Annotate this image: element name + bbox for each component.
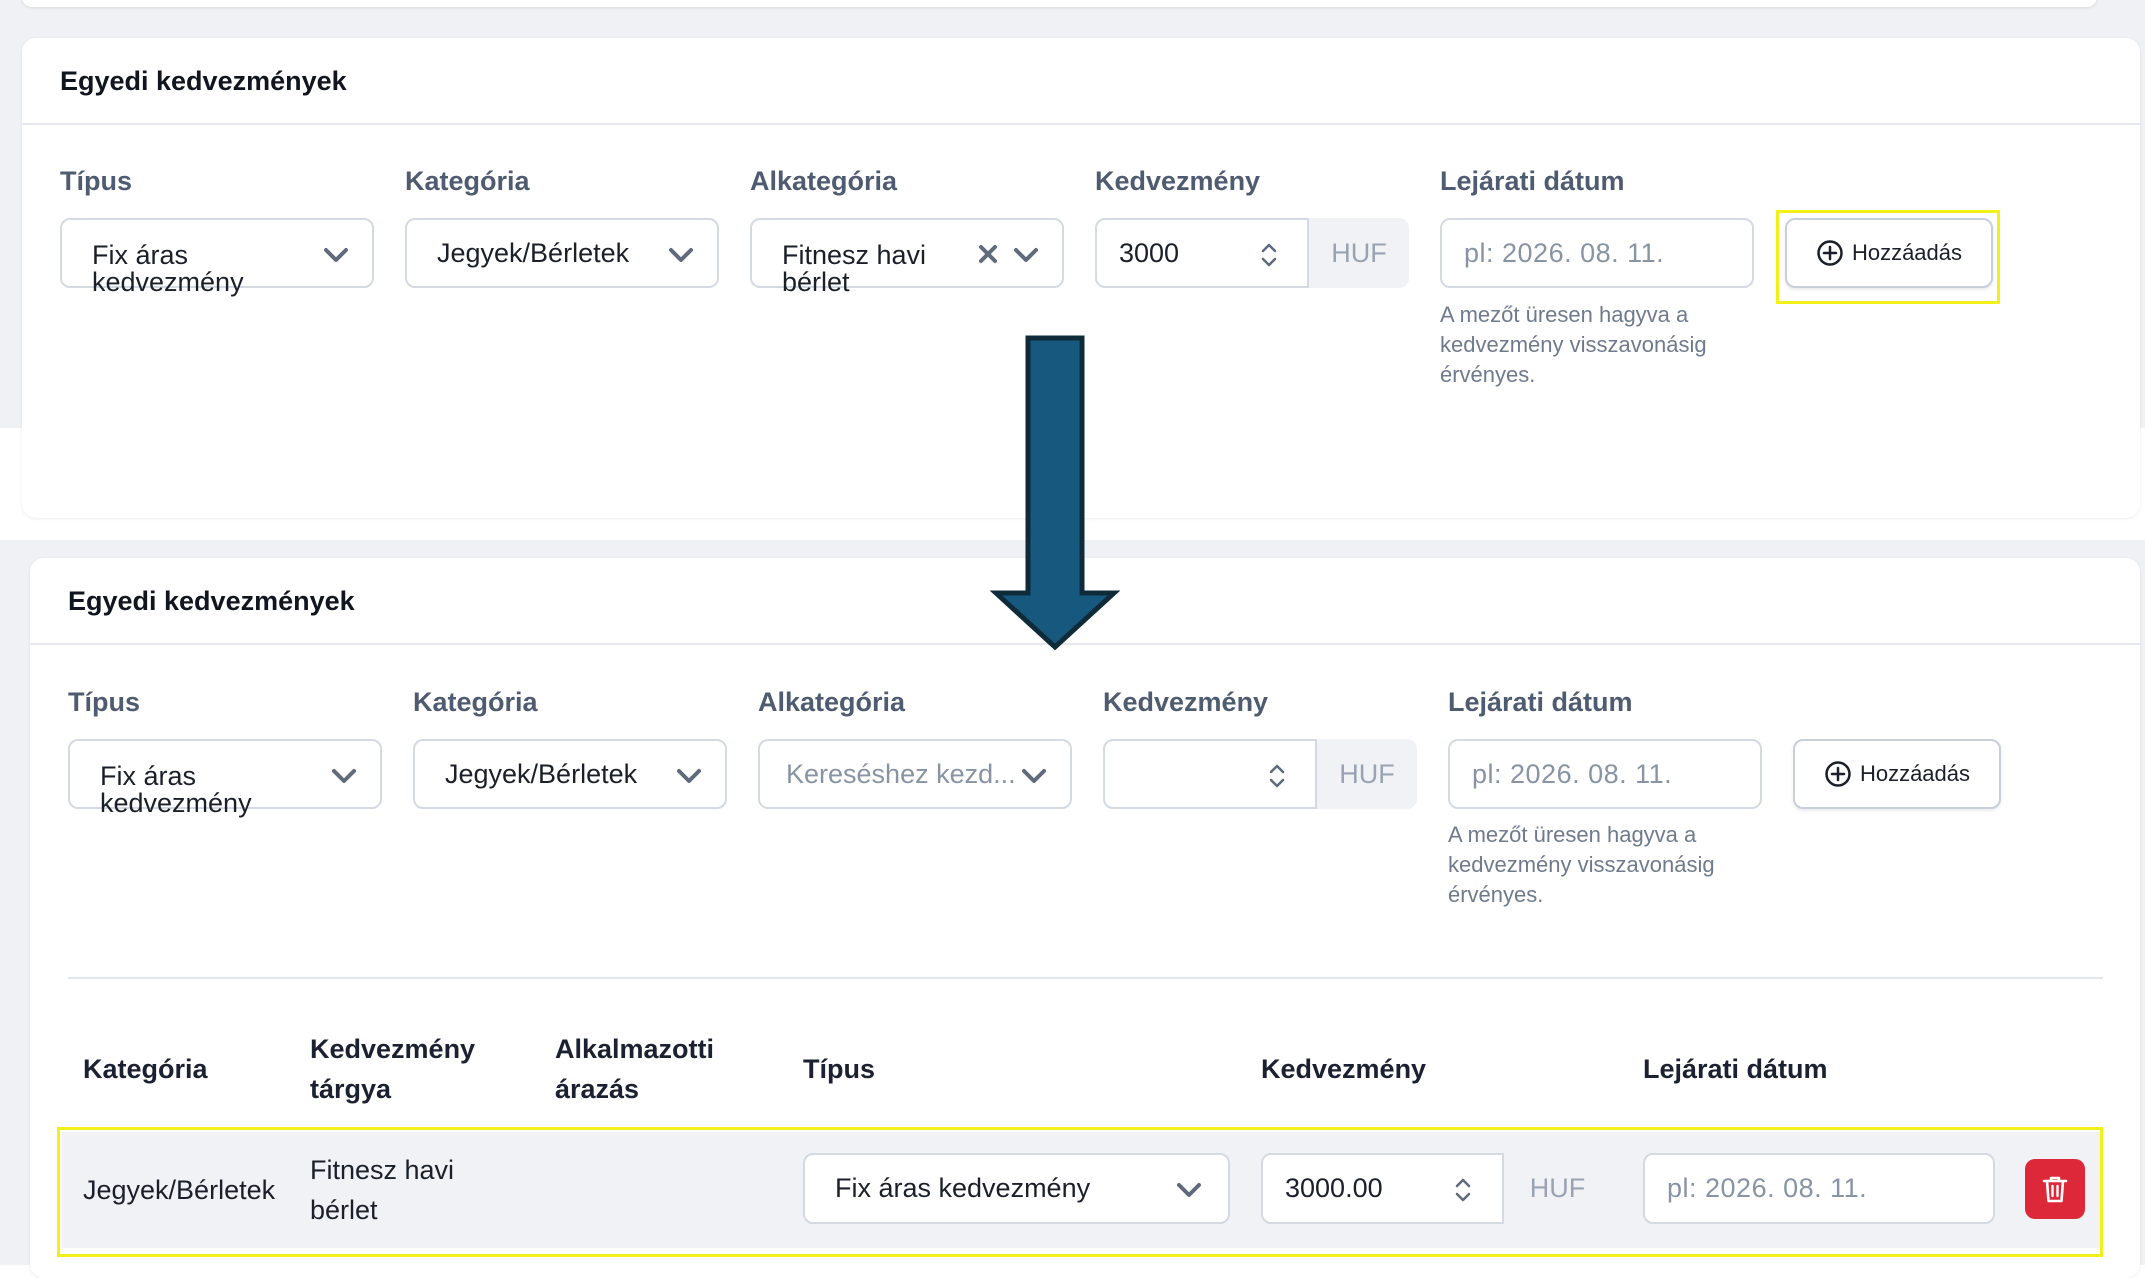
discount-input-group: 3000 HUF xyxy=(1095,218,1409,288)
table-divider xyxy=(68,977,2103,979)
currency-addon: HUF xyxy=(1309,218,1409,288)
section-title: Egyedi kedvezmények xyxy=(60,66,347,96)
type-select[interactable]: Fix áras kedvezmény xyxy=(60,218,374,296)
type-value-line1: Fix áras xyxy=(92,240,189,270)
column-header-category: Kategória xyxy=(83,1054,208,1084)
category-select[interactable]: Jegyek/Bérletek xyxy=(405,218,719,288)
spinner-icon[interactable] xyxy=(1453,1175,1473,1205)
column-header-type: Típus xyxy=(803,1054,875,1084)
header-subject-line2: tárgya xyxy=(310,1074,392,1104)
header-subject-line1: Kedvezmény xyxy=(310,1034,476,1064)
column-header-discount: Kedvezmény xyxy=(1261,1054,1427,1084)
add-button-label: Hozzáadás xyxy=(1851,240,1963,265)
subcategory-value-line1: Fitnesz havi xyxy=(782,240,927,270)
type-value-line2: kedvezmény xyxy=(100,788,252,818)
expiry-label: Lejárati dátum xyxy=(1448,687,1633,717)
row-type-value: Fix áras kedvezmény xyxy=(835,1173,1091,1203)
column-header-expiry: Lejárati dátum xyxy=(1643,1054,1828,1084)
chevron-down-icon xyxy=(324,248,348,262)
row-expiry-date-input[interactable]: pl: 2026. 08. 11. xyxy=(1643,1153,1995,1224)
section-title: Egyedi kedvezmények xyxy=(68,586,355,616)
discount-input[interactable]: 3000 xyxy=(1095,218,1309,288)
clear-icon[interactable] xyxy=(977,243,999,265)
expiry-date-input[interactable]: pl: 2026. 08. 11. xyxy=(1448,739,1762,809)
row-type-select[interactable]: Fix áras kedvezmény xyxy=(803,1153,1230,1224)
subcategory-placeholder: Kereséshez kezd... xyxy=(786,758,1016,789)
type-value-line2: kedvezmény xyxy=(92,267,244,297)
expiry-date-input[interactable]: pl: 2026. 08. 11. xyxy=(1440,218,1754,288)
row-category: Jegyek/Bérletek xyxy=(83,1175,276,1205)
header-pricing-line1: Alkalmazotti xyxy=(555,1034,715,1064)
type-label: Típus xyxy=(68,687,140,717)
row-subject: Fitnesz havi bérlet xyxy=(310,1150,454,1230)
add-button[interactable]: Hozzáadás xyxy=(1793,739,2001,809)
currency-addon: HUF xyxy=(1317,739,1417,809)
type-select[interactable]: Fix áras kedvezmény xyxy=(68,739,382,817)
subcategory-label: Alkategória xyxy=(750,166,898,196)
expiry-label: Lejárati dátum xyxy=(1440,166,1625,196)
category-label: Kategória xyxy=(405,166,530,196)
plus-circle-icon xyxy=(1825,761,1851,787)
discount-label: Kedvezmény xyxy=(1095,166,1261,196)
row-subject-line1: Fitnesz havi xyxy=(310,1155,455,1185)
row-currency-addon: HUF xyxy=(1504,1153,1611,1224)
delete-button[interactable] xyxy=(2025,1159,2085,1219)
subcategory-select-value: Fitnesz havi bérlet xyxy=(782,220,927,296)
subcategory-select[interactable]: Fitnesz havi bérlet xyxy=(750,218,1064,296)
row-discount-value: 3000.00 xyxy=(1285,1173,1383,1203)
category-select[interactable]: Jegyek/Bérletek xyxy=(413,739,727,809)
previous-card-edge xyxy=(22,0,2097,7)
add-button-label: Hozzáadás xyxy=(1859,761,1971,786)
category-select-value: Jegyek/Bérletek xyxy=(445,758,638,789)
chevron-down-icon xyxy=(1177,1183,1201,1197)
expiry-hint: A mezőt üresen hagyva a kedvezmény vissz… xyxy=(1448,822,1715,907)
subcategory-select[interactable]: Kereséshez kezd... xyxy=(758,739,1072,809)
subcategory-label: Alkategória xyxy=(758,687,906,717)
trash-icon xyxy=(2042,1176,2068,1203)
discount-input[interactable] xyxy=(1103,739,1317,809)
header-pricing-line2: árazás xyxy=(555,1074,640,1104)
category-label: Kategória xyxy=(413,687,538,717)
spinner-icon[interactable] xyxy=(1259,240,1279,270)
type-value-line1: Fix áras xyxy=(100,761,197,791)
column-header-subject: Kedvezmény tárgya xyxy=(310,1029,475,1109)
down-arrow-icon xyxy=(990,335,1120,651)
chevron-down-icon xyxy=(677,769,701,783)
discount-label: Kedvezmény xyxy=(1103,687,1269,717)
type-select-value: Fix áras kedvezmény xyxy=(100,741,252,817)
chevron-down-icon xyxy=(669,248,693,262)
category-select-value: Jegyek/Bérletek xyxy=(437,237,630,268)
type-label: Típus xyxy=(60,166,132,196)
chevron-down-icon xyxy=(1014,248,1038,262)
subcategory-value-line2: bérlet xyxy=(782,267,850,297)
chevron-down-icon xyxy=(332,769,356,783)
type-select-value: Fix áras kedvezmény xyxy=(92,220,244,296)
expiry-placeholder: pl: 2026. 08. 11. xyxy=(1464,237,1665,268)
discount-value: 3000 xyxy=(1119,237,1180,268)
row-subject-line2: bérlet xyxy=(310,1195,378,1225)
header-divider xyxy=(22,123,2140,125)
row-discount-input[interactable]: 3000.00 xyxy=(1261,1153,1504,1224)
chevron-down-icon xyxy=(1022,769,1046,783)
expiry-hint: A mezőt üresen hagyva a kedvezmény vissz… xyxy=(1440,302,1707,387)
column-header-employee-pricing: Alkalmazotti árazás xyxy=(555,1029,714,1109)
discount-input-group: HUF xyxy=(1103,739,1417,809)
expiry-placeholder: pl: 2026. 08. 11. xyxy=(1472,758,1673,789)
spinner-icon[interactable] xyxy=(1267,761,1287,791)
row-discount-input-group: 3000.00 HUF xyxy=(1261,1153,1611,1224)
plus-circle-icon xyxy=(1817,240,1843,266)
row-expiry-placeholder: pl: 2026. 08. 11. xyxy=(1667,1173,1868,1203)
add-button[interactable]: Hozzáadás xyxy=(1785,218,1993,288)
